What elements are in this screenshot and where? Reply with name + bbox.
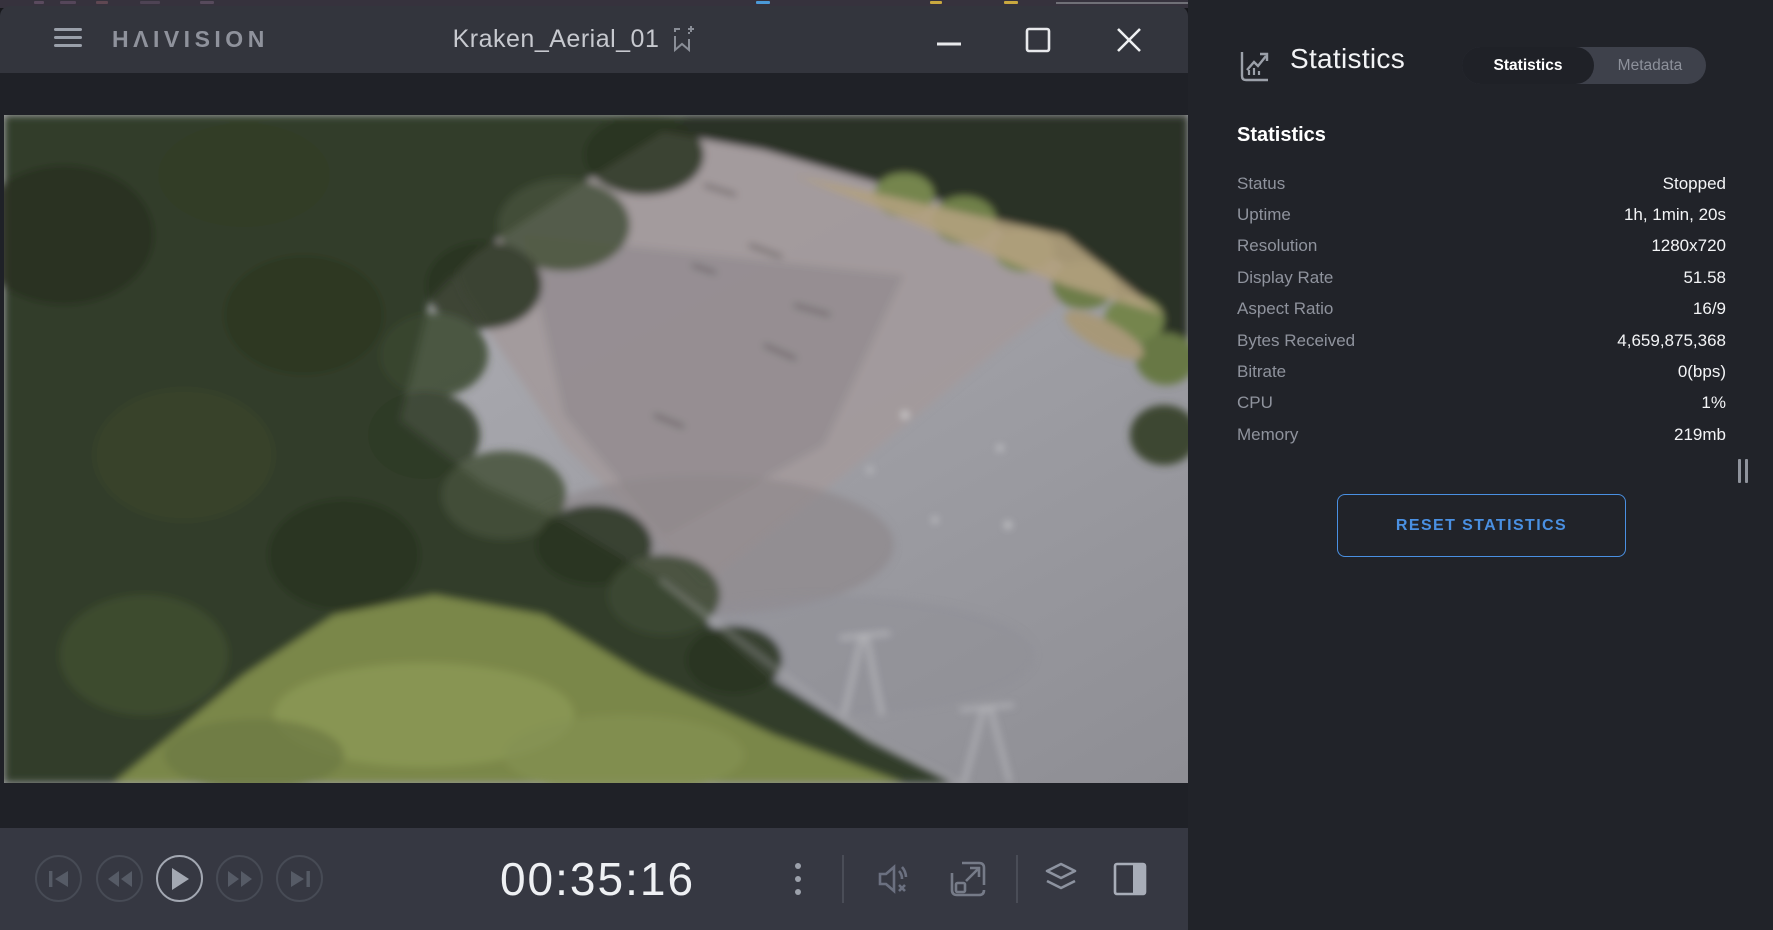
stats-row: Resolution 1280x720	[1237, 231, 1726, 262]
stat-label: Resolution	[1237, 236, 1317, 256]
stat-value: 4,659,875,368	[1617, 331, 1726, 351]
play-button[interactable]	[156, 855, 203, 902]
fast-forward-button[interactable]	[216, 855, 263, 902]
stat-value: 16/9	[1693, 299, 1726, 319]
sliver-mark	[1004, 1, 1018, 4]
sliver-mark	[756, 1, 770, 4]
hamburger-menu-icon[interactable]	[54, 28, 82, 50]
stream-title: Kraken_Aerial_01	[453, 25, 660, 54]
stat-label: Status	[1237, 174, 1285, 194]
stat-label: CPU	[1237, 393, 1273, 413]
stat-value: 1%	[1701, 393, 1726, 413]
sliver-mark	[930, 1, 942, 4]
video-stage	[0, 73, 1188, 828]
maximize-button[interactable]	[1024, 26, 1052, 54]
stats-row: Memory 219mb	[1237, 419, 1726, 450]
stat-value: 51.58	[1683, 268, 1726, 288]
stat-label: Bitrate	[1237, 362, 1286, 382]
stat-value: 0(bps)	[1678, 362, 1726, 382]
kebab-menu-icon[interactable]	[789, 828, 807, 930]
sliver-mark	[34, 1, 44, 4]
minimize-button[interactable]	[935, 26, 963, 54]
stats-chart-icon	[1234, 46, 1274, 91]
stat-label: Bytes Received	[1237, 331, 1355, 351]
layers-icon[interactable]	[1040, 828, 1082, 930]
stat-label: Uptime	[1237, 205, 1291, 225]
view-toggle: Statistics Metadata	[1462, 47, 1706, 84]
volume-muted-icon[interactable]	[872, 828, 916, 930]
stats-row: Display Rate 51.58	[1237, 262, 1726, 293]
sliver-mark	[96, 1, 108, 4]
panel-title: Statistics	[1290, 0, 1405, 118]
stats-row: Status Stopped	[1237, 168, 1726, 199]
controlbar-divider	[1016, 855, 1018, 903]
stats-row: Uptime 1h, 1min, 20s	[1237, 199, 1726, 230]
stats-row: Bitrate 0(bps)	[1237, 356, 1726, 387]
sliver-mark	[140, 1, 160, 4]
controlbar-divider	[842, 855, 844, 903]
skip-to-start-button[interactable]	[35, 855, 82, 902]
panel-toggle-icon[interactable]	[1112, 828, 1148, 930]
resize-handle-icon[interactable]	[1738, 459, 1748, 483]
statistics-panel: Statistics Statistics Metadata Statistic…	[1188, 0, 1773, 930]
playback-controlbar: 00:35:16	[0, 828, 1188, 930]
skip-to-end-button[interactable]	[276, 855, 323, 902]
stats-section-title: Statistics	[1237, 124, 1326, 147]
haivision-logo: HΛIVISION	[112, 6, 269, 73]
stat-value: 1h, 1min, 20s	[1624, 205, 1726, 225]
stat-value: Stopped	[1663, 174, 1726, 194]
stat-value: 1280x720	[1651, 236, 1726, 256]
stats-row: CPU 1%	[1237, 388, 1726, 419]
titlebar: HΛIVISION Kraken_Aerial_01	[0, 6, 1188, 73]
stream-title-wrap: Kraken_Aerial_01	[400, 6, 750, 73]
sliver-mark	[200, 1, 214, 4]
timecode-display: 00:35:16	[450, 828, 745, 930]
app-screen: HΛIVISION Kraken_Aerial_01	[0, 0, 1773, 930]
stat-label: Memory	[1237, 425, 1298, 445]
tab-statistics[interactable]: Statistics	[1462, 47, 1594, 84]
stats-list: Status Stopped Uptime 1h, 1min, 20s Reso…	[1237, 168, 1726, 451]
bookmark-add-icon[interactable]	[672, 26, 697, 53]
tab-metadata[interactable]: Metadata	[1594, 47, 1706, 84]
sliver-mark	[60, 1, 76, 4]
rewind-button[interactable]	[96, 855, 143, 902]
video-frame[interactable]	[4, 115, 1188, 783]
stats-row: Bytes Received 4,659,875,368	[1237, 325, 1726, 356]
stats-row: Aspect Ratio 16/9	[1237, 294, 1726, 325]
expand-icon[interactable]	[948, 828, 988, 930]
stat-label: Aspect Ratio	[1237, 299, 1333, 319]
stat-label: Display Rate	[1237, 268, 1333, 288]
close-button[interactable]	[1115, 26, 1143, 54]
stat-value: 219mb	[1674, 425, 1726, 445]
reset-statistics-button[interactable]: RESET STATISTICS	[1337, 494, 1626, 557]
